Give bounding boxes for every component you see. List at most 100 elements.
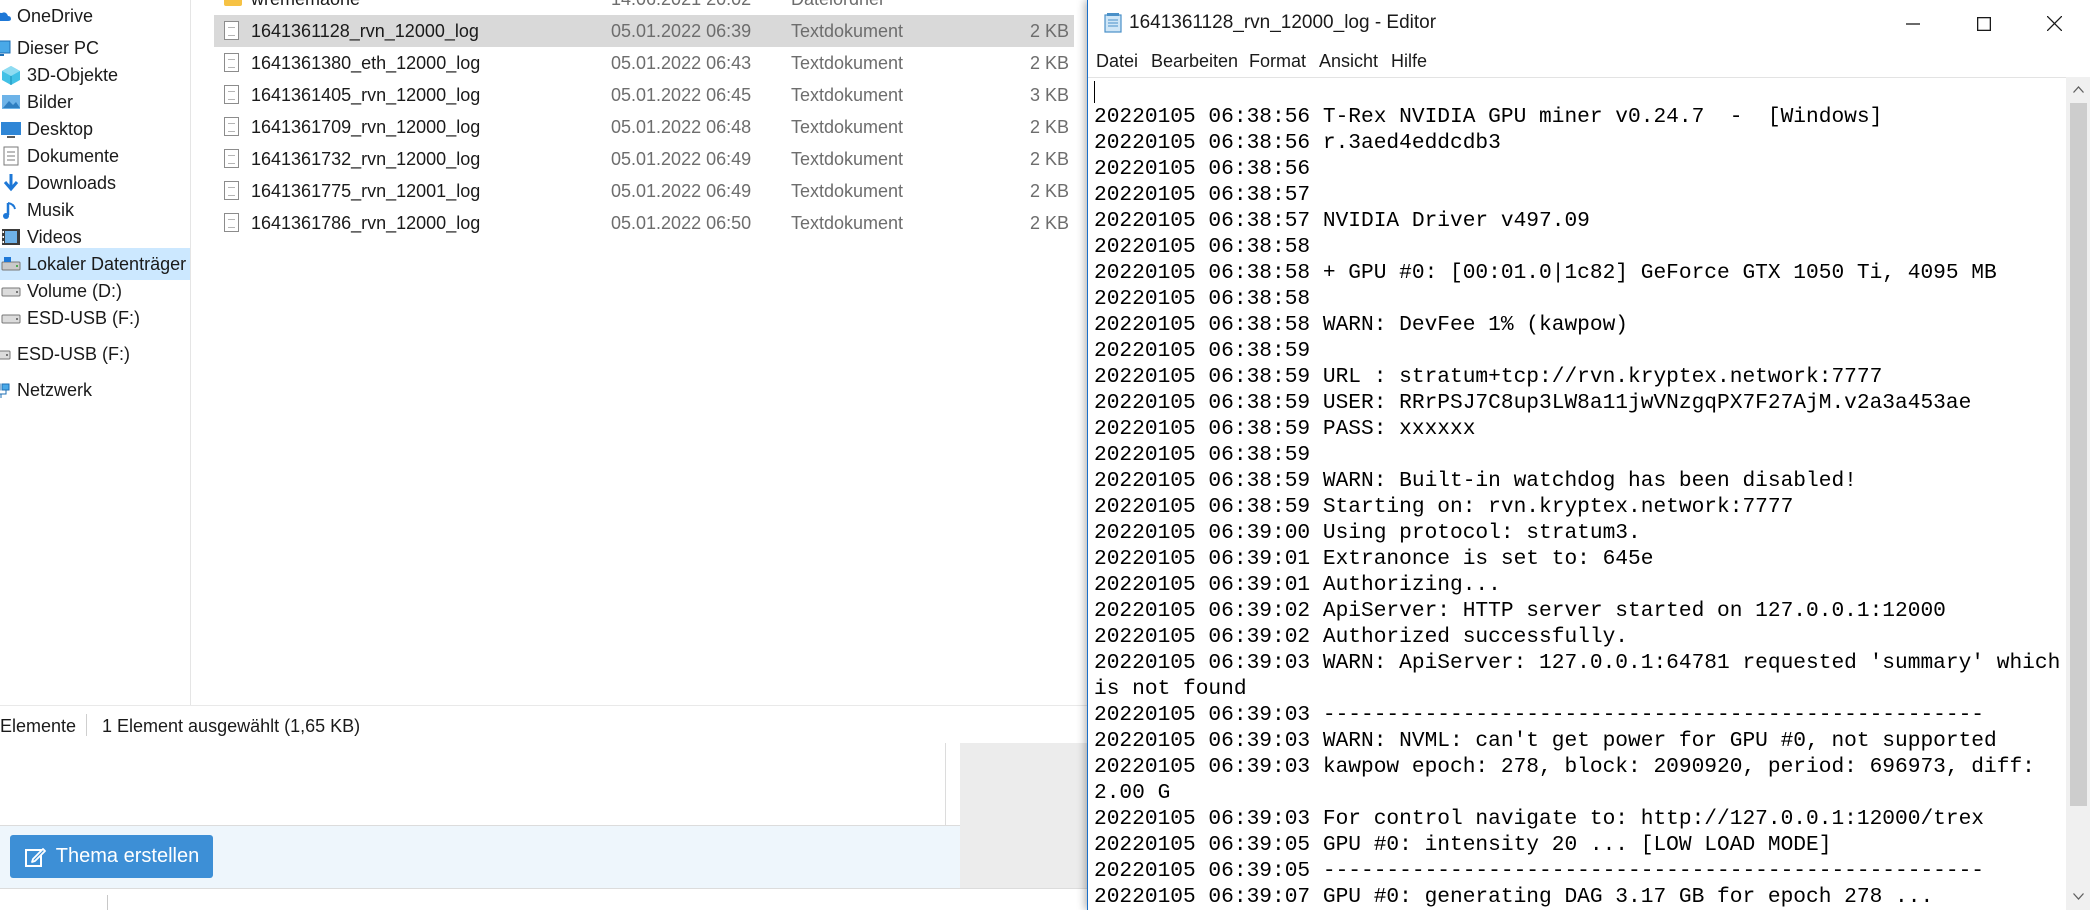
file-type: Textdokument xyxy=(791,181,904,201)
file-explorer-window: OneDrive Dieser PC 3D-Objekte Bilder Desktop… xyxy=(0,0,1087,743)
file-name: 1641361380_eth_12000_log xyxy=(251,53,481,73)
background-panel xyxy=(960,743,1090,888)
log-text: 20220105 06:38:56 T-Rex NVIDIA GPU miner… xyxy=(1094,104,2064,910)
vertical-scrollbar[interactable] xyxy=(2066,77,2090,910)
log-line: 20220105 06:38:59 xyxy=(1094,443,1311,467)
file-type: Textdokument xyxy=(791,149,904,169)
videos-icon xyxy=(2,229,20,245)
nav-item-label: Dieser PC xyxy=(17,37,100,58)
chevron-down-icon xyxy=(2073,892,2084,900)
file-list: wrememaone 14.06.2021 20:02 Dateiordner 164… xyxy=(214,0,1074,705)
file-row[interactable]: 1641361405_rvn_12000_log 05.01.2022 06:45… xyxy=(214,79,1074,111)
text-file-icon xyxy=(224,149,239,168)
close-button[interactable] xyxy=(2019,0,2090,47)
menu-item[interactable]: Bearbeiten xyxy=(1151,51,1238,72)
file-name: wrememaone xyxy=(251,0,360,10)
menu-item[interactable]: Datei xyxy=(1096,51,1138,72)
nav-pane-divider[interactable] xyxy=(190,0,191,705)
file-row[interactable]: 1641361128_rvn_12000_log 05.01.2022 06:39… xyxy=(214,15,1074,47)
background-divider xyxy=(0,888,1090,889)
edit-icon xyxy=(24,847,46,867)
log-line: 20220105 06:39:01 Authorizing... xyxy=(1094,573,1501,597)
scroll-down-button[interactable] xyxy=(2066,884,2090,908)
file-name: 1641361709_rvn_12000_log xyxy=(251,117,481,137)
file-name: 1641361405_rvn_12000_log xyxy=(251,85,481,105)
3d-objects-icon xyxy=(2,66,20,85)
nav-item-label: Netzwerk xyxy=(17,379,93,400)
status-item-count: Elemente xyxy=(0,716,77,736)
log-line: 20220105 06:38:59 URL : stratum+tcp://rv… xyxy=(1094,365,1883,389)
menu-item[interactable]: Format xyxy=(1249,51,1306,72)
scroll-up-button[interactable] xyxy=(2066,77,2090,101)
nav-item[interactable]: ESD-USB (F:) xyxy=(0,302,190,334)
this-pc-icon xyxy=(0,40,11,56)
text-caret xyxy=(1094,81,1095,103)
file-row[interactable]: 1641361709_rvn_12000_log 05.01.2022 06:48… xyxy=(214,111,1074,143)
menu-bar: Datei Bearbeiten Format Ansicht Hilfe xyxy=(1088,47,2090,77)
create-topic-button[interactable]: Thema erstellen xyxy=(10,835,213,878)
file-row[interactable]: 1641361786_rvn_12000_log 05.01.2022 06:50… xyxy=(214,207,1074,239)
maximize-icon xyxy=(1976,16,1991,31)
navigation-pane: OneDrive Dieser PC 3D-Objekte Bilder Desktop… xyxy=(0,0,190,705)
log-line: 20220105 06:38:57 NVIDIA Driver v497.09 xyxy=(1094,209,1590,233)
nav-item[interactable]: OneDrive xyxy=(0,0,180,32)
log-line: 20220105 06:38:58 + GPU #0: [00:01.0|1c8… xyxy=(1094,261,1997,285)
log-line: 20220105 06:39:03 WARN: ApiServer: 127.0… xyxy=(1094,651,2061,701)
file-name: 1641361786_rvn_12000_log xyxy=(251,213,481,233)
nav-item-label: ESD-USB (F:) xyxy=(27,307,141,328)
log-line: 20220105 06:39:03 kawpow epoch: 278, blo… xyxy=(1094,755,2048,805)
log-line: 20220105 06:39:03 WARN: NVML: can't get … xyxy=(1094,729,1997,753)
log-line: 20220105 06:38:59 USER: RRrPSJ7C8up3LW8a… xyxy=(1094,391,1972,415)
network-icon xyxy=(0,383,10,398)
menu-item[interactable]: Hilfe xyxy=(1391,51,1427,72)
file-size: 2 KB xyxy=(1029,21,1069,41)
nav-item-label: ESD-USB (F:) xyxy=(17,343,131,364)
title-bar[interactable]: 1641361128_rvn_12000_log - Editor xyxy=(1088,0,2090,47)
status-selection-info: 1 Element ausgewählt (1,65 KB) xyxy=(102,716,361,736)
music-icon xyxy=(3,202,16,219)
background-divider xyxy=(945,743,946,825)
file-row[interactable]: 1641361380_eth_12000_log 05.01.2022 06:43… xyxy=(214,47,1074,79)
text-editor[interactable]: 20220105 06:38:56 T-Rex NVIDIA GPU miner… xyxy=(1088,77,2066,910)
minimize-button[interactable] xyxy=(1877,0,1948,47)
nav-item-label: Volume (D:) xyxy=(27,280,123,301)
log-line: 20220105 06:38:58 xyxy=(1094,287,1311,311)
status-separator xyxy=(86,714,87,736)
file-type: Textdokument xyxy=(791,213,904,233)
notepad-window: 1641361128_rvn_12000_log - Editor Datei B… xyxy=(1087,0,2090,910)
pictures-icon xyxy=(2,95,20,109)
nav-item-label: Musik xyxy=(27,199,75,220)
file-type: Textdokument xyxy=(791,21,904,41)
file-type: Textdokument xyxy=(791,85,904,105)
file-date: 05.01.2022 06:49 xyxy=(611,149,752,169)
background-divider xyxy=(107,895,108,910)
folder-icon xyxy=(224,0,242,6)
scrollbar-thumb[interactable] xyxy=(2070,103,2087,806)
log-line: 20220105 06:38:56 xyxy=(1094,157,1311,181)
maximize-button[interactable] xyxy=(1948,0,2019,47)
log-line: 20220105 06:39:01 Extranonce is set to: … xyxy=(1094,547,1654,571)
minimize-icon xyxy=(1905,22,1920,25)
text-file-icon xyxy=(224,85,239,104)
file-name: 1641361732_rvn_12000_log xyxy=(251,149,481,169)
local-disk-icon xyxy=(1,257,21,271)
log-line: 20220105 06:39:02 ApiServer: HTTP server… xyxy=(1094,599,1946,623)
file-row[interactable]: 1641361775_rvn_12001_log 05.01.2022 06:49… xyxy=(214,175,1074,207)
notepad-app-icon xyxy=(1104,13,1122,33)
file-name: 1641361775_rvn_12001_log xyxy=(251,181,481,201)
file-date: 14.06.2021 20:02 xyxy=(611,0,751,10)
folder-row[interactable]: wrememaone 14.06.2021 20:02 Dateiordner xyxy=(214,0,1074,15)
log-line: 20220105 06:39:00 Using protocol: stratu… xyxy=(1094,521,1641,545)
nav-item-label: OneDrive xyxy=(17,5,94,26)
file-size: 2 KB xyxy=(1029,149,1069,169)
log-line: 20220105 06:38:58 WARN: DevFee 1% (kawpo… xyxy=(1094,313,1629,337)
desktop-icon xyxy=(1,122,21,138)
window-title: 1641361128_rvn_12000_log - Editor xyxy=(1129,12,1437,33)
file-name: 1641361128_rvn_12000_log xyxy=(251,21,479,41)
menu-item[interactable]: Ansicht xyxy=(1319,51,1378,72)
nav-item[interactable]: Netzwerk xyxy=(0,374,180,406)
log-line: 20220105 06:39:03 ----------------------… xyxy=(1094,703,1985,727)
file-date: 05.01.2022 06:45 xyxy=(611,85,752,105)
file-row[interactable]: 1641361732_rvn_12000_log 05.01.2022 06:49… xyxy=(214,143,1074,175)
nav-item[interactable]: ESD-USB (F:) xyxy=(0,338,180,370)
